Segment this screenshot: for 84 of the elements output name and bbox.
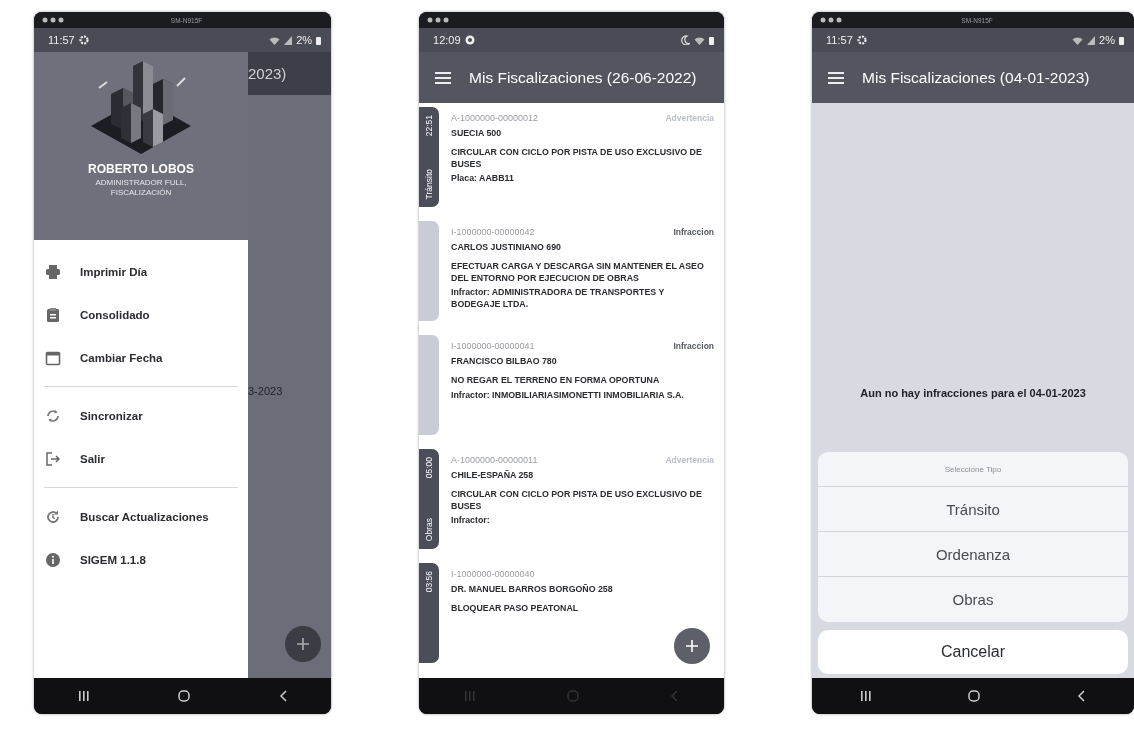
record-description: CIRCULAR CON CICLO POR PISTA DE USO EXCLUSIVO DE BUSES	[451, 489, 703, 513]
battery-level: 2%	[1099, 34, 1115, 46]
logout-icon	[45, 450, 61, 467]
signal-icon	[1087, 35, 1096, 45]
sheet-option[interactable]: Obras	[818, 577, 1128, 622]
menu-item[interactable]: Sincronizar	[34, 394, 248, 437]
user-role: ADMINISTRADOR FULL, FISCALIZACIÓN	[94, 178, 188, 198]
app-bar-title: Mis Fiscalizaciones (04-01-2023)	[862, 68, 1090, 87]
menu-item-label: Cambiar Fecha	[80, 351, 163, 364]
menu-item-label: SIGEM 1.1.8	[80, 553, 146, 566]
battery-icon	[316, 35, 322, 45]
sheet-option[interactable]: Tránsito	[818, 487, 1128, 532]
record-tab[interactable]: 03:56	[419, 563, 440, 663]
record-address: DR. MANUEL BARROS BORGOÑO 258	[451, 584, 614, 596]
record-number: I-1000000-00000042	[451, 227, 535, 237]
record-detail: Infractor: ADMINISTRADORA DE TRANSPORTES Y BODEGAJE LTDA.	[451, 287, 666, 311]
wifi-icon	[694, 35, 706, 45]
menu-item-label: Imprimir Día	[80, 265, 148, 278]
menu-item-label: Consolidado	[80, 308, 150, 321]
app-bar-title: Mis Fiscalizaciones (26-06-2022)	[469, 68, 697, 87]
record-detail: Placa: AABB11	[451, 173, 515, 185]
moon-icon	[681, 35, 691, 45]
status-time: 11:57	[826, 34, 853, 46]
record-number: I-1000000-00000041	[451, 341, 535, 351]
menu-icon[interactable]	[435, 71, 452, 84]
wifi-icon	[269, 35, 281, 45]
battery-icon	[709, 35, 715, 45]
record-description: NO REGAR EL TERRENO EN FORMA OPORTUNA	[451, 375, 661, 387]
clipboard-icon	[45, 306, 61, 323]
app-bar-title: 2023)	[248, 65, 287, 82]
recents-icon[interactable]	[78, 691, 89, 701]
record-description: CIRCULAR CON CICLO POR PISTA DE USO EXCLUSIVO DE BUSES	[451, 147, 703, 171]
wifi-icon	[1072, 35, 1084, 45]
menu-item[interactable]: Consolidado	[34, 293, 248, 336]
record-tab[interactable]: 05:00 Obras	[419, 449, 440, 549]
calendar-icon	[45, 349, 61, 366]
menu-item[interactable]: Salir	[34, 437, 248, 480]
tab-time: 05:00	[424, 457, 435, 479]
user-name: ROBERTO LOBOS	[88, 162, 194, 176]
record-detail: Infractor:	[451, 515, 491, 527]
record-detail: Infractor: INMOBILIARIASIMONETTI INMOBILIARIA S.A.	[451, 389, 685, 402]
status-label: Infraccion	[673, 227, 715, 237]
record-address: CARLOS JUSTINIANO 690	[451, 242, 562, 254]
add-button[interactable]	[285, 626, 322, 662]
menu-item[interactable]: Imprimir Día	[34, 250, 248, 293]
notification-icon	[464, 35, 475, 45]
status-time: 11:57	[48, 34, 75, 46]
cancel-button[interactable]: Cancelar	[818, 630, 1128, 674]
background-text: 3-2023	[248, 385, 284, 397]
status-time: 12:09	[433, 34, 461, 46]
record-description: EFECTUAR CARGA Y DESCARGA SIN MANTENER EL ASEO DEL ENTORNO POR EJECUCION DE OBRAS	[451, 261, 705, 285]
tab-type: Obras	[424, 517, 435, 541]
record-address: CHILE-ESPAÑA 258	[451, 470, 535, 482]
empty-message: Aun no hay infracciones para el 04-01-2023	[859, 387, 1087, 399]
record-number: A-1000000-00000011	[451, 455, 538, 465]
status-label: Infraccion	[673, 341, 715, 351]
add-button[interactable]	[674, 628, 711, 664]
battery-icon	[1119, 35, 1124, 45]
record-address: SUECIA 500	[451, 128, 503, 140]
sheet-title: Seleccione Tipo	[818, 452, 1128, 487]
record-description: BLOQUEAR PASO PEATONAL	[451, 603, 580, 615]
record-number: I-1000000-00000040	[451, 569, 535, 579]
tab-time: 22:51	[424, 115, 435, 137]
menu-item-label: Buscar Actualizaciones	[80, 510, 209, 523]
menu-icon[interactable]	[828, 71, 845, 84]
status-label: Advertencia	[665, 113, 715, 123]
sync-icon	[45, 407, 61, 424]
record-number: A-1000000-00000012	[451, 113, 539, 123]
recents-icon[interactable]	[860, 691, 871, 701]
update-icon	[45, 508, 61, 525]
tab-time: 03:56	[424, 571, 435, 593]
record-tab[interactable]: 22:51 Tránsito	[419, 107, 440, 207]
menu-item-label: Salir	[80, 452, 105, 465]
menu-item[interactable]: Cambiar Fecha	[34, 336, 248, 379]
tab-type: Tránsito	[424, 168, 435, 199]
menu-item[interactable]: Buscar Actualizaciones	[34, 495, 248, 538]
menu-item-label: Sincronizar	[80, 409, 143, 422]
battery-level: 2%	[296, 34, 313, 46]
status-label: Advertencia	[665, 455, 715, 465]
signal-icon	[284, 35, 293, 45]
record-address: FRANCISCO BILBAO 780	[451, 356, 558, 368]
menu-item[interactable]: SIGEM 1.1.8	[34, 538, 248, 581]
sheet-option[interactable]: Ordenanza	[818, 532, 1128, 577]
info-icon	[45, 551, 61, 568]
